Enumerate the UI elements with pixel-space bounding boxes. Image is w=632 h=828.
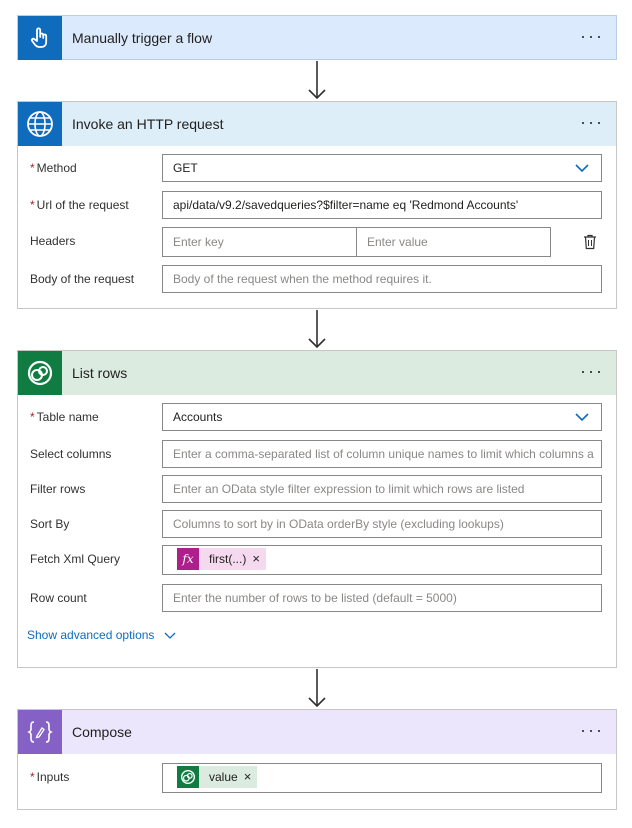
http-more-button[interactable]: ··· <box>580 102 604 146</box>
table-name-row: * Table name Accounts <box>18 403 616 431</box>
row-count-row: Row count Enter the number of rows to be… <box>18 584 616 612</box>
method-row: * Method GET <box>18 154 616 182</box>
header-key-input[interactable]: Enter key <box>162 227 357 257</box>
fetch-xml-row: Fetch Xml Query fx first(...) × <box>18 545 616 575</box>
dataverse-icon <box>177 766 199 788</box>
http-header[interactable]: Invoke an HTTP request ··· <box>18 102 616 146</box>
value-token[interactable]: value × <box>177 766 258 788</box>
chevron-down-icon <box>164 632 176 639</box>
header-value-input[interactable]: Enter value <box>356 227 551 257</box>
connector-arrow-icon <box>308 310 326 349</box>
url-input[interactable]: api/data/v9.2/savedqueries?$filter=name … <box>162 191 602 219</box>
inputs-field[interactable]: value × <box>162 763 602 793</box>
connector-arrow-icon <box>308 669 326 708</box>
connector-arrow-icon <box>308 61 326 100</box>
select-columns-row: Select columns Enter a comma-separated l… <box>18 440 616 468</box>
row-count-label: Row count <box>30 591 87 605</box>
trigger-card[interactable]: Manually trigger a flow ··· <box>17 15 617 60</box>
value-token-label: value <box>199 766 244 788</box>
method-dropdown[interactable]: GET <box>162 154 602 182</box>
filter-rows-row: Filter rows Enter an OData style filter … <box>18 475 616 503</box>
sort-by-input[interactable]: Columns to sort by in OData orderBy styl… <box>162 510 602 538</box>
expression-token-label: first(...) <box>199 548 253 570</box>
body-label: Body of the request <box>30 272 135 286</box>
compose-header[interactable]: Compose ··· <box>18 710 616 754</box>
chevron-down-icon <box>575 413 589 422</box>
fetch-xml-label: Fetch Xml Query <box>30 552 121 566</box>
delete-icon[interactable] <box>583 234 597 250</box>
touch-hand-icon <box>18 16 62 60</box>
http-card[interactable]: Invoke an HTTP request ··· * Method GET *… <box>17 101 617 309</box>
remove-token-icon[interactable]: × <box>243 766 258 788</box>
sort-by-label: Sort By <box>30 517 70 531</box>
chevron-down-icon <box>575 164 589 173</box>
compose-more-button[interactable]: ··· <box>580 710 604 754</box>
url-label: * Url of the request <box>30 198 129 212</box>
headers-label: Headers <box>30 234 76 248</box>
trigger-header[interactable]: Manually trigger a flow ··· <box>18 16 616 60</box>
list-rows-more-button[interactable]: ··· <box>580 351 604 395</box>
row-count-input[interactable]: Enter the number of rows to be listed (d… <box>162 584 602 612</box>
url-row: * Url of the request api/data/v9.2/savedq… <box>18 191 616 219</box>
filter-rows-input[interactable]: Enter an OData style filter expression t… <box>162 475 602 503</box>
list-rows-card[interactable]: List rows ··· * Table name Accounts Selec… <box>17 350 617 668</box>
function-icon: fx <box>177 548 199 570</box>
show-advanced-options-link[interactable]: Show advanced options <box>27 625 176 645</box>
globe-icon <box>18 102 62 146</box>
table-name-label: * Table name <box>30 410 99 424</box>
compose-icon <box>18 710 62 754</box>
body-row: Body of the request Body of the request … <box>18 265 616 293</box>
method-label: * Method <box>30 161 77 175</box>
compose-title: Compose <box>72 724 132 740</box>
expression-token[interactable]: fx first(...) × <box>177 548 266 570</box>
remove-token-icon[interactable]: × <box>252 548 266 570</box>
http-title: Invoke an HTTP request <box>72 116 224 132</box>
inputs-row: * Inputs value × <box>18 763 616 793</box>
body-input[interactable]: Body of the request when the method requ… <box>162 265 602 293</box>
list-rows-title: List rows <box>72 365 128 381</box>
select-columns-label: Select columns <box>30 447 112 461</box>
trigger-title: Manually trigger a flow <box>72 30 213 46</box>
advanced-options-row: Show advanced options <box>18 625 616 645</box>
table-name-dropdown[interactable]: Accounts <box>162 403 602 431</box>
select-columns-input[interactable]: Enter a comma-separated list of column u… <box>162 440 602 468</box>
compose-card[interactable]: Compose ··· * Inputs value × <box>17 709 617 810</box>
list-rows-header[interactable]: List rows ··· <box>18 351 616 395</box>
dataverse-icon <box>18 351 62 395</box>
headers-row: Headers Enter key Enter value <box>18 227 616 257</box>
trigger-more-button[interactable]: ··· <box>580 16 604 60</box>
fetch-xml-input[interactable]: fx first(...) × <box>162 545 602 575</box>
inputs-label: * Inputs <box>30 770 70 784</box>
sort-by-row: Sort By Columns to sort by in OData orde… <box>18 510 616 538</box>
filter-rows-label: Filter rows <box>30 482 86 496</box>
